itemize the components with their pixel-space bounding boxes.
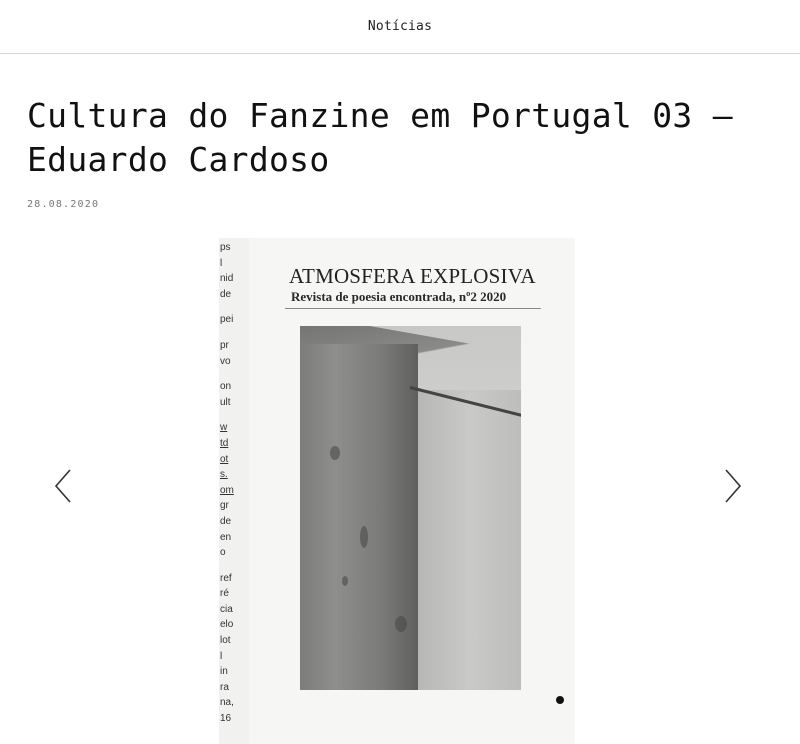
side-text-fragment: nid: [220, 273, 234, 285]
side-text-fragment: elo: [220, 619, 234, 631]
side-text-fragment: td: [220, 437, 229, 449]
article-title: Cultura do Fanzine em Portugal 03 – Edua…: [27, 96, 733, 179]
side-text-fragment: ré: [220, 588, 229, 600]
chevron-left-icon: [54, 469, 71, 503]
side-text-fragment: [220, 561, 244, 571]
top-navigation: Notícias: [0, 0, 800, 54]
carousel-dots: [556, 696, 575, 704]
side-text-fragment: l: [220, 650, 223, 662]
carousel-dot-1[interactable]: [556, 696, 564, 704]
carousel-prev-button[interactable]: [52, 468, 76, 504]
side-text-fragment: [220, 302, 244, 312]
side-text-fragment: om: [220, 484, 234, 496]
side-text-fragment: ra: [220, 681, 229, 693]
side-text-fragment: s.: [220, 469, 228, 481]
article-date: 28.08.2020: [27, 199, 100, 210]
magazine-title: ATMOSFERA EXPLOSIVA: [289, 264, 536, 288]
side-text-fragment: on: [220, 381, 232, 393]
side-text-fragment: vo: [220, 355, 231, 367]
image-carousel: ps l nid de pei pr vo on ult w td ot s. om gr de en o ref r…: [0, 236, 800, 744]
side-text-fragment: ps: [220, 242, 231, 253]
nav-noticias-link[interactable]: Notícias: [368, 19, 432, 34]
side-text-fragment: l: [220, 257, 223, 269]
magazine-cover-photo: [300, 326, 521, 690]
side-text-fragment: pr: [220, 339, 229, 351]
side-text-fragment: o: [220, 547, 226, 559]
side-text-fragment: [220, 328, 244, 338]
side-text-fragment: [220, 410, 244, 420]
side-text-fragment: na,: [220, 697, 234, 709]
side-text-fragment: in: [220, 666, 228, 678]
side-text-fragment: [220, 369, 244, 379]
side-text-fragment: cia: [220, 603, 233, 615]
carousel-slide-image: ps l nid de pei pr vo on ult w td ot s. om gr de en o ref r…: [219, 238, 575, 744]
side-text-fragment: de: [220, 288, 232, 300]
side-text-column: ps l nid de pei pr vo on ult w td ot s. om gr de en o ref r…: [220, 240, 244, 727]
side-text-fragment: w: [220, 422, 228, 434]
side-text-fragment: de: [220, 515, 232, 527]
magazine-subtitle: Revista de poesia encontrada, nº2 2020: [291, 289, 507, 304]
magazine-divider: [285, 308, 541, 309]
side-text-fragment: pei: [220, 314, 234, 326]
side-text-fragment: gr: [220, 500, 229, 512]
side-text-fragment: ref: [220, 572, 232, 584]
side-text-fragment: 16: [220, 713, 232, 725]
side-text-fragment: en: [220, 531, 232, 543]
side-text-fragment: ot: [220, 453, 229, 465]
chevron-right-icon: [725, 469, 742, 503]
side-text-fragment: lot: [220, 635, 231, 647]
side-text-fragment: ult: [220, 396, 231, 408]
carousel-next-button[interactable]: [720, 468, 744, 504]
